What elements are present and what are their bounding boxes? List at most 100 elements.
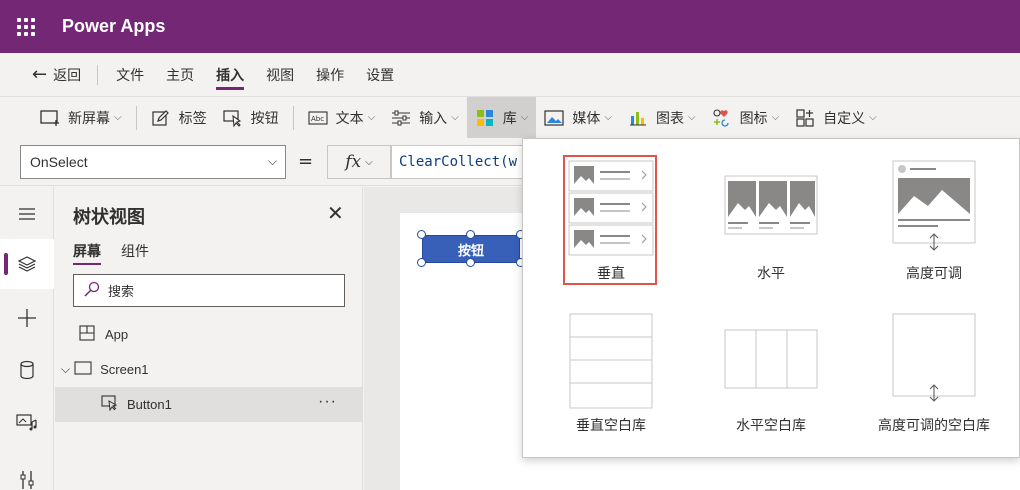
input-sliders-icon <box>391 109 411 127</box>
gallery-icon <box>475 109 495 127</box>
media-icon[interactable] <box>0 397 54 447</box>
svg-text:Abc: Abc <box>311 115 324 123</box>
back-arrow-icon: ← <box>32 64 48 85</box>
menu-home[interactable]: 主页 <box>166 53 194 96</box>
charts-button[interactable]: 图表 ⌵ <box>620 97 704 139</box>
text-button[interactable]: Abc 文本 ⌵ <box>300 97 384 139</box>
app-launcher-icon[interactable] <box>0 0 52 53</box>
menu-action[interactable]: 操作 <box>316 53 344 96</box>
horizontal-gallery-icon <box>724 175 818 235</box>
back-button[interactable]: ← 返回 <box>32 53 81 96</box>
gallery-option-label: 垂直 <box>597 266 625 282</box>
property-selector[interactable]: OnSelect ⌵ <box>20 145 286 179</box>
icons-button[interactable]: 图标 ⌵ <box>704 97 788 139</box>
advanced-tools-icon[interactable] <box>0 455 54 490</box>
tree-view-layers-icon[interactable] <box>0 239 54 289</box>
node-label: Screen1 <box>100 362 149 377</box>
chevron-down-icon: ⌵ <box>520 112 529 123</box>
tree-node-app[interactable]: App <box>55 317 363 352</box>
bar-chart-icon <box>628 109 648 127</box>
menu-divider <box>97 64 99 85</box>
gallery-option-blank-vertical[interactable]: 垂直空白库 <box>541 309 681 439</box>
app-title: Power Apps <box>62 16 166 36</box>
icons-icon <box>712 108 732 127</box>
chevron-down-icon: ⌵ <box>114 112 122 123</box>
gallery-option-blank-flexible-height[interactable]: 高度可调的空白库 <box>864 309 1004 439</box>
gallery-option-horizontal[interactable]: 水平 <box>701 155 841 285</box>
resize-handle[interactable] <box>417 258 426 267</box>
more-options-icon[interactable]: ··· <box>318 393 337 411</box>
gallery-option-label: 水平空白库 <box>736 418 806 434</box>
text-button-label: 文本 <box>335 110 364 127</box>
button-control-icon <box>101 395 119 414</box>
menu-view[interactable]: 视图 <box>266 53 294 96</box>
app-grid-icon <box>79 325 95 344</box>
button-button-text: 按钮 <box>250 110 279 127</box>
tab-screens[interactable]: 屏幕 <box>73 241 101 265</box>
chevron-down-icon: ⌵ <box>687 112 696 123</box>
search-icon <box>84 281 100 301</box>
menu-bar: ← 返回 文件 主页 插入 视图 操作 设置 <box>0 53 1020 96</box>
button-control-icon <box>222 109 243 127</box>
media-button-label: 媒体 <box>572 110 601 127</box>
text-abc-icon: Abc <box>308 109 328 127</box>
chevron-down-icon: ⌵ <box>604 112 612 123</box>
tree-node-button1[interactable]: Button1 ··· <box>55 387 363 422</box>
icons-button-label: 图标 <box>739 110 768 127</box>
insert-ribbon: 新屏幕 ⌵ 标签 按钮 Abc 文本 ⌵ 输入 ⌵ 库 ⌵ 媒体 ⌵ 图表 ⌵ … <box>0 96 1020 139</box>
button-button[interactable]: 按钮 <box>215 97 287 139</box>
tree-node-screen1[interactable]: ⌵ Screen1 <box>55 352 363 387</box>
tree-view-panel: 树状视图 ✕ 屏幕 组件 搜索 App ⌵ Screen1 Button1 ··… <box>55 187 363 490</box>
label-button[interactable]: 标签 <box>143 97 215 139</box>
node-label: App <box>105 327 129 342</box>
custom-button[interactable]: 自定义 ⌵ <box>787 97 885 139</box>
charts-button-label: 图表 <box>655 110 684 127</box>
new-screen-label: 新屏幕 <box>68 110 110 127</box>
gallery-option-vertical[interactable]: 垂直 <box>541 155 681 285</box>
ribbon-divider <box>292 105 294 130</box>
chevron-down-icon: ⌵ <box>267 154 277 168</box>
blank-vertical-gallery-icon <box>569 313 653 409</box>
resize-handle[interactable] <box>466 230 475 239</box>
menu-insert[interactable]: 插入 <box>216 53 245 96</box>
gallery-option-label: 高度可调的空白库 <box>878 418 990 434</box>
chevron-down-icon: ⌵ <box>365 156 373 168</box>
blank-horizontal-gallery-icon <box>724 329 818 389</box>
input-button-label: 输入 <box>419 110 448 127</box>
gallery-option-flexible-height[interactable]: 高度可调 <box>864 155 1004 285</box>
fx-button[interactable]: fx ⌵ <box>327 145 391 179</box>
panel-title: 树状视图 <box>73 207 145 228</box>
image-icon <box>544 109 564 127</box>
custom-button-label: 自定义 <box>823 110 866 127</box>
close-icon[interactable]: ✕ <box>327 201 344 225</box>
menu-settings[interactable]: 设置 <box>366 53 394 96</box>
resize-handle[interactable] <box>417 230 426 239</box>
resize-handle[interactable] <box>466 258 475 267</box>
gallery-button[interactable]: 库 ⌵ <box>466 96 537 139</box>
insert-plus-icon[interactable] <box>0 293 54 343</box>
search-input[interactable]: 搜索 <box>73 274 345 307</box>
back-label: 返回 <box>53 67 82 84</box>
app-header: Power Apps <box>0 0 1020 53</box>
input-button[interactable]: 输入 ⌵ <box>383 97 467 139</box>
flexible-height-gallery-icon <box>892 160 976 251</box>
gallery-option-label: 高度可调 <box>906 266 962 282</box>
tab-components[interactable]: 组件 <box>121 241 149 261</box>
chevron-down-icon: ⌵ <box>451 112 459 123</box>
edit-label-icon <box>151 109 171 127</box>
gallery-option-blank-horizontal[interactable]: 水平空白库 <box>701 309 841 439</box>
chevron-down-icon: ⌵ <box>61 362 71 376</box>
gallery-option-label: 垂直空白库 <box>576 418 646 434</box>
hamburger-menu-icon[interactable] <box>0 189 54 239</box>
gallery-option-label: 水平 <box>757 266 785 282</box>
data-cylinder-icon[interactable] <box>0 345 54 395</box>
fx-icon: fx <box>345 152 362 172</box>
label-button-text: 标签 <box>178 110 207 127</box>
media-button[interactable]: 媒体 ⌵ <box>536 97 620 139</box>
gallery-button-label: 库 <box>502 110 517 127</box>
menu-file[interactable]: 文件 <box>116 53 144 96</box>
chevron-down-icon: ⌵ <box>869 112 877 123</box>
screen-icon <box>74 361 92 378</box>
left-rail <box>0 187 54 490</box>
new-screen-button[interactable]: 新屏幕 ⌵ <box>32 97 130 139</box>
